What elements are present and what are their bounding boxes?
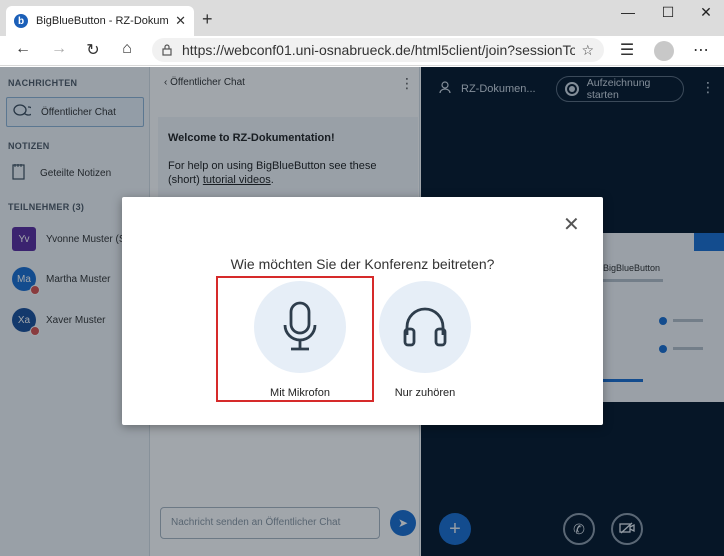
bigbluebutton-favicon-icon: b [14,14,28,28]
highlight-frame [216,276,374,402]
maximize-button[interactable]: ☐ [658,4,678,21]
tab-title: BigBlueButton - RZ-Dokumentat [36,15,169,27]
listen-only-option-button[interactable]: Nur zuhören [379,281,471,399]
tab-close-icon[interactable]: ✕ [175,13,186,29]
headphones-icon [379,281,471,373]
new-tab-button[interactable]: + [202,9,213,30]
browser-tab-strip: b BigBlueButton - RZ-Dokumentat ✕ + — ☐ … [0,0,724,36]
listen-only-option-label: Nur zuhören [394,387,456,399]
browser-menu-icon[interactable]: ⋯ [690,40,712,60]
browser-navigation-bar: ← → ↻ ⌂ https://webconf01.uni-osnabrueck… [0,36,724,66]
address-bar[interactable]: https://webconf01.uni-osnabrueck.de/html… [152,38,604,62]
window-close-button[interactable]: ✕ [696,4,716,21]
browser-tab[interactable]: b BigBlueButton - RZ-Dokumentat ✕ [6,6,194,36]
home-button[interactable]: ⌂ [116,40,138,58]
lock-icon [162,44,172,56]
forward-button[interactable]: → [48,40,70,58]
url-text: https://webconf01.uni-osnabrueck.de/html… [182,42,576,58]
reload-button[interactable]: ↻ [82,40,104,60]
favorite-star-icon[interactable]: ☆ [581,42,594,59]
collections-icon[interactable]: ☰ [616,40,638,60]
audio-join-modal: ✕ Wie möchten Sie der Konferenz beitrete… [122,197,603,425]
back-button[interactable]: ← [12,40,34,58]
profile-avatar[interactable] [654,41,674,61]
close-modal-icon[interactable]: ✕ [563,215,580,235]
modal-title: Wie möchten Sie der Konferenz beitreten? [230,256,495,272]
minimize-button[interactable]: — [618,4,638,20]
